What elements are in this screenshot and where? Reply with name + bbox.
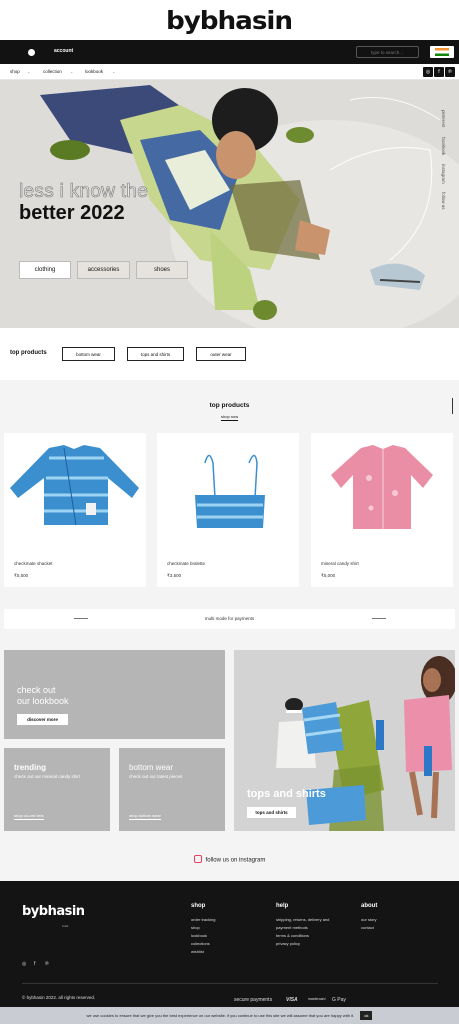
trending-title: trending [14,763,46,772]
product-card[interactable]: checkmate shacket ₹5,500 [4,433,146,587]
nav-item-collection[interactable]: collection [43,69,62,74]
footer-about-heading: about [361,903,378,909]
footer-divider [22,983,438,984]
footer-link[interactable]: shop [191,925,200,930]
footer-logo[interactable]: bybhasin [22,904,85,919]
site-footer: bybhasin india shop order tracking shop … [0,881,459,1024]
brand-logo[interactable]: bybhasin [166,6,293,35]
cookie-ok-button[interactable]: ok [360,1011,373,1020]
product-image-shacket [10,445,139,526]
bottom-wear-subtitle: check out our latest pieces [129,774,183,779]
side-link-pinterest[interactable]: pinterest [441,110,446,127]
tops-and-shirts-button[interactable]: tops and shirts [247,807,296,818]
products-section-title: top products [209,402,250,409]
footer-logo-sub: india [62,924,69,928]
tab-bottom-wear[interactable]: bottom wear [62,347,115,361]
hero-button-shoes[interactable]: shoes [136,261,188,279]
product-image-mineral-candy-shirt [331,445,433,529]
product-price: ₹5,500 [14,573,29,578]
main-navigation: shop ⌄ collection ⌄ lookbook ⌄ ◎ f ℗ [0,64,459,80]
mastercard-logo: mastercard [308,997,326,1001]
lookbook-title-line2: our lookbook [17,696,69,706]
pinterest-icon[interactable]: ℗ [45,961,49,967]
pinterest-icon[interactable]: ℗ [445,67,455,77]
country-flag-selector[interactable] [430,46,454,58]
visa-logo: VISA [286,997,298,1003]
hero-button-clothing[interactable]: clothing [19,261,71,279]
side-link-instagram[interactable]: instagram [441,164,446,184]
scroll-up-arrow-icon[interactable] [452,398,453,414]
hero-headline-outline: less i know the [19,181,149,203]
tab-tops-and-shirts[interactable]: tops and shirts [127,347,184,361]
gpay-logo: G Pay [332,997,346,1003]
tab-outer-wear[interactable]: outer wear [196,347,246,361]
bottom-wear-tile[interactable]: bottom wear check out our latest pieces … [119,748,225,831]
instagram-icon[interactable]: ◎ [22,961,26,967]
footer-link[interactable]: our story [361,917,377,922]
facebook-icon[interactable]: f [434,67,444,77]
hero-button-accessories[interactable]: accessories [77,261,130,279]
cookie-banner: we use cookies to ensure that we give yo… [0,1007,459,1024]
product-name[interactable]: mineral candy shirt [321,561,359,566]
product-price: ₹3,500 [167,573,182,578]
side-link-follow-us: follow us [441,192,446,210]
arrow-right-icon[interactable] [372,618,386,619]
lookbook-tile[interactable]: check out our lookbook discover more [4,650,225,739]
payment-info-strip: multi mode for payments [4,609,455,629]
footer-link[interactable]: lookbook [191,933,207,938]
discover-more-button[interactable]: discover more [17,714,68,725]
footer-link[interactable]: order tracking [191,917,215,922]
footer-copyright: © bybhasin 2022. all rights reserved. [22,995,96,1000]
lookbook-title-line1: check out [17,685,56,695]
trending-tile[interactable]: trending check out our mineral candy shi… [4,748,110,831]
tops-and-shirts-photo [234,650,455,831]
chevron-down-icon: ⌄ [112,69,116,74]
cookie-message: we use cookies to ensure that we give yo… [86,1013,355,1018]
product-name[interactable]: checkmate bralette [167,561,205,566]
account-link[interactable]: account [54,48,73,54]
instagram-icon [193,855,202,863]
product-card[interactable]: checkmate bralette ₹3,500 [157,433,299,587]
product-card[interactable]: mineral candy shirt ₹5,000 [311,433,453,587]
chevron-down-icon: ⌄ [70,69,74,74]
footer-link[interactable]: payment methods [276,925,308,930]
tops-and-shirts-tile[interactable]: tops and shirts tops and shirts [234,650,455,831]
footer-help-heading: help [276,903,289,909]
side-link-facebook[interactable]: facebook [441,137,446,155]
footer-link[interactable]: collections [191,941,210,946]
payment-note: multi mode for payments [204,616,255,621]
facebook-icon[interactable]: f [34,961,35,967]
top-account-bar: account [0,40,459,64]
footer-link[interactable]: privacy policy [276,941,300,946]
secure-payments-label: secure payments [234,997,273,1003]
tops-and-shirts-title: tops and shirts [247,788,326,800]
instagram-icon[interactable]: ◎ [423,67,433,77]
footer-shop-heading: shop [191,903,206,909]
nav-item-shop[interactable]: shop [10,69,20,74]
shop-bottom-wear-link[interactable]: shop bottom wear [129,813,161,820]
nav-item-lookbook[interactable]: lookbook [85,69,103,74]
footer-link[interactable]: terms & conditions [276,933,309,938]
shop-now-link[interactable]: shop now [221,414,239,421]
site-header-logo-area: bybhasin [0,0,459,40]
india-flag-icon [435,48,449,56]
account-icon[interactable] [28,49,35,56]
instagram-label: follow us on instagram [205,857,266,864]
footer-link[interactable]: shipping, returns, delivery and [276,917,329,922]
footer-link[interactable]: wishlist [191,949,204,954]
hero-headline-bold: better 2022 [19,202,125,224]
product-name[interactable]: checkmate shacket [14,561,53,566]
trending-subtitle: check out our mineral candy shirt [14,774,81,779]
product-price: ₹5,000 [321,573,336,578]
instagram-follow-link[interactable]: follow us on instagram [0,855,459,864]
shop-co-ord-sets-link[interactable]: shop co-ord sets [14,813,44,820]
hero-banner: less i know the better 2022 clothing acc… [0,80,459,328]
product-image-bralette [195,454,265,528]
search-input[interactable] [356,46,419,58]
footer-link[interactable]: contact [361,925,374,930]
chevron-down-icon: ⌄ [27,69,31,74]
top-products-label: top products [10,350,47,356]
bottom-wear-title: bottom wear [129,763,174,772]
